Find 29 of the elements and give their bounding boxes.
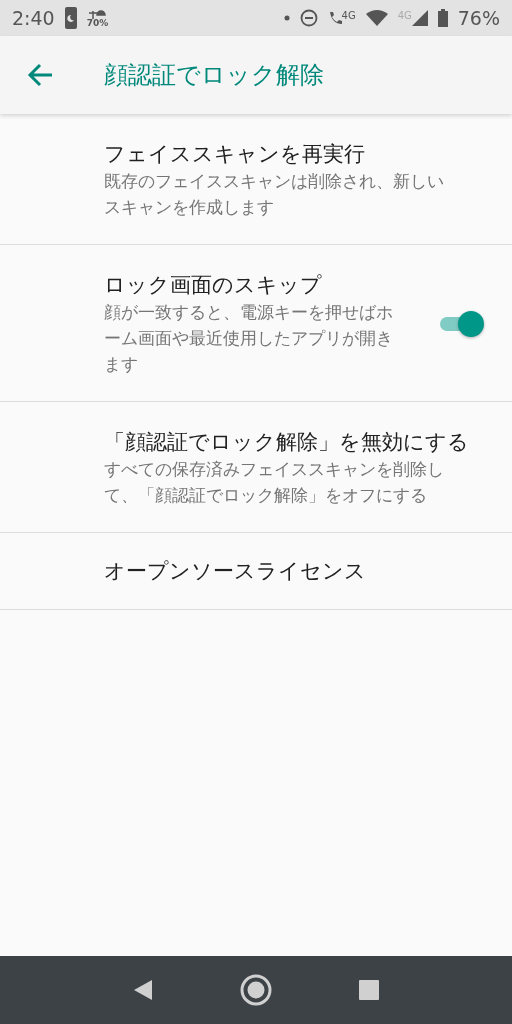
settings-item[interactable]: ロック画面のスキップ 顔が一致すると、電源キーを押せばホーム画面や最近使用したアプリが開きます bbox=[0, 245, 512, 402]
wifi-icon bbox=[365, 10, 388, 26]
item-summary: 顔が一致すると、電源キーを押せばホーム画面や最近使用したアプリが開きます bbox=[104, 301, 394, 376]
weather-icon bbox=[88, 8, 107, 19]
recents-button[interactable] bbox=[358, 980, 379, 1000]
item-title: 「顔認証でロック解除」を無効にする bbox=[104, 429, 469, 456]
phone-moon-icon bbox=[64, 7, 77, 29]
signal-icon bbox=[411, 10, 428, 26]
screen-title: 顔認証でロック解除 bbox=[104, 60, 324, 91]
home-button[interactable] bbox=[240, 974, 272, 1006]
time-text: 2:40 bbox=[12, 7, 55, 29]
settings-item[interactable]: フェイススキャンを再実行 既存のフェイススキャンは削除され、新しいスキャンを作成します bbox=[0, 114, 512, 245]
phone-icon bbox=[327, 10, 342, 26]
battery-icon bbox=[437, 9, 448, 27]
item-summary: 既存のフェイススキャンは削除され、新しいスキャンを作成します bbox=[104, 170, 444, 219]
network-type-text: 4G bbox=[397, 10, 412, 21]
settings-item[interactable]: オープンソースライセンス bbox=[0, 533, 512, 610]
back-button[interactable] bbox=[133, 979, 154, 1001]
item-title: ロック画面のスキップ bbox=[104, 272, 322, 299]
item-title: フェイススキャンを再実行 bbox=[104, 141, 365, 168]
back-button[interactable] bbox=[26, 61, 54, 89]
item-title: オープンソースライセンス bbox=[104, 558, 366, 585]
item-summary: すべての保存済みフェイススキャンを削除して、「顔認証でロック解除」をオフにする bbox=[104, 458, 444, 507]
network-type-text: 4G bbox=[341, 10, 356, 21]
weather-text: 70% bbox=[86, 18, 109, 28]
do-not-disturb-icon bbox=[299, 9, 318, 27]
dot-icon bbox=[283, 15, 290, 21]
battery-text: 76% bbox=[457, 7, 500, 29]
settings-item[interactable]: 「顔認証でロック解除」を無効にする すべての保存済みフェイススキャンを削除して、「顔認証でロック解除」をオフにする bbox=[0, 402, 512, 533]
